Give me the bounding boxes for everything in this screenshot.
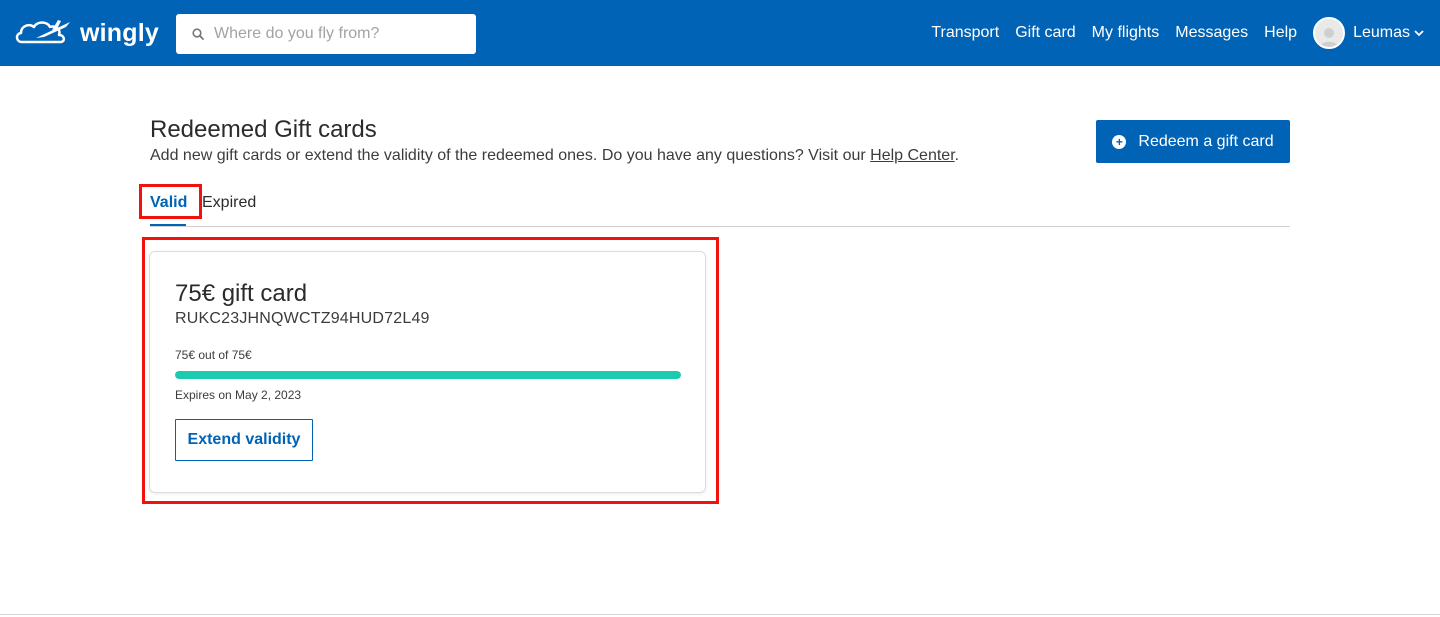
top-navbar: wingly Transport Gift card My flights Me… (0, 0, 1440, 66)
plus-circle-icon: + (1112, 134, 1127, 149)
subtitle-end: . (954, 147, 960, 164)
search-box[interactable] (176, 14, 476, 54)
nav-transport[interactable]: Transport (931, 24, 999, 42)
nav-messages[interactable]: Messages (1175, 24, 1248, 42)
help-center-link[interactable]: Help Center (870, 147, 955, 164)
highlight-box-valid-tab (139, 184, 202, 219)
wingly-logo[interactable]: wingly (14, 16, 159, 50)
chevron-down-icon (1414, 29, 1424, 36)
search-input[interactable] (214, 25, 464, 43)
footer-divider (0, 614, 1440, 615)
nav-my-flights[interactable]: My flights (1092, 24, 1160, 42)
page-subtitle: Add new gift cards or extend the validit… (150, 147, 959, 165)
main-nav: Transport Gift card My flights Messages … (915, 0, 1424, 66)
active-tab-indicator (150, 224, 186, 226)
user-name: Leumas (1353, 24, 1410, 41)
nav-gift-card[interactable]: Gift card (1015, 24, 1075, 42)
redeem-gift-card-button[interactable]: + Redeem a gift card (1096, 120, 1290, 163)
tab-expired[interactable]: Expired (202, 194, 256, 212)
page-title: Redeemed Gift cards (150, 116, 377, 143)
brand-name: wingly (80, 18, 159, 47)
highlight-box-gift-card (142, 237, 719, 504)
airplane-cloud-icon (15, 20, 70, 44)
user-icon (1320, 28, 1339, 47)
redeem-button-label: Redeem a gift card (1138, 132, 1274, 150)
user-menu[interactable]: Leumas (1313, 17, 1424, 49)
nav-help[interactable]: Help (1264, 24, 1297, 42)
search-icon (192, 28, 204, 40)
avatar (1313, 17, 1346, 49)
subtitle-text: Add new gift cards or extend the validit… (150, 147, 871, 164)
gift-card-tabs: Valid Expired (150, 190, 1290, 227)
